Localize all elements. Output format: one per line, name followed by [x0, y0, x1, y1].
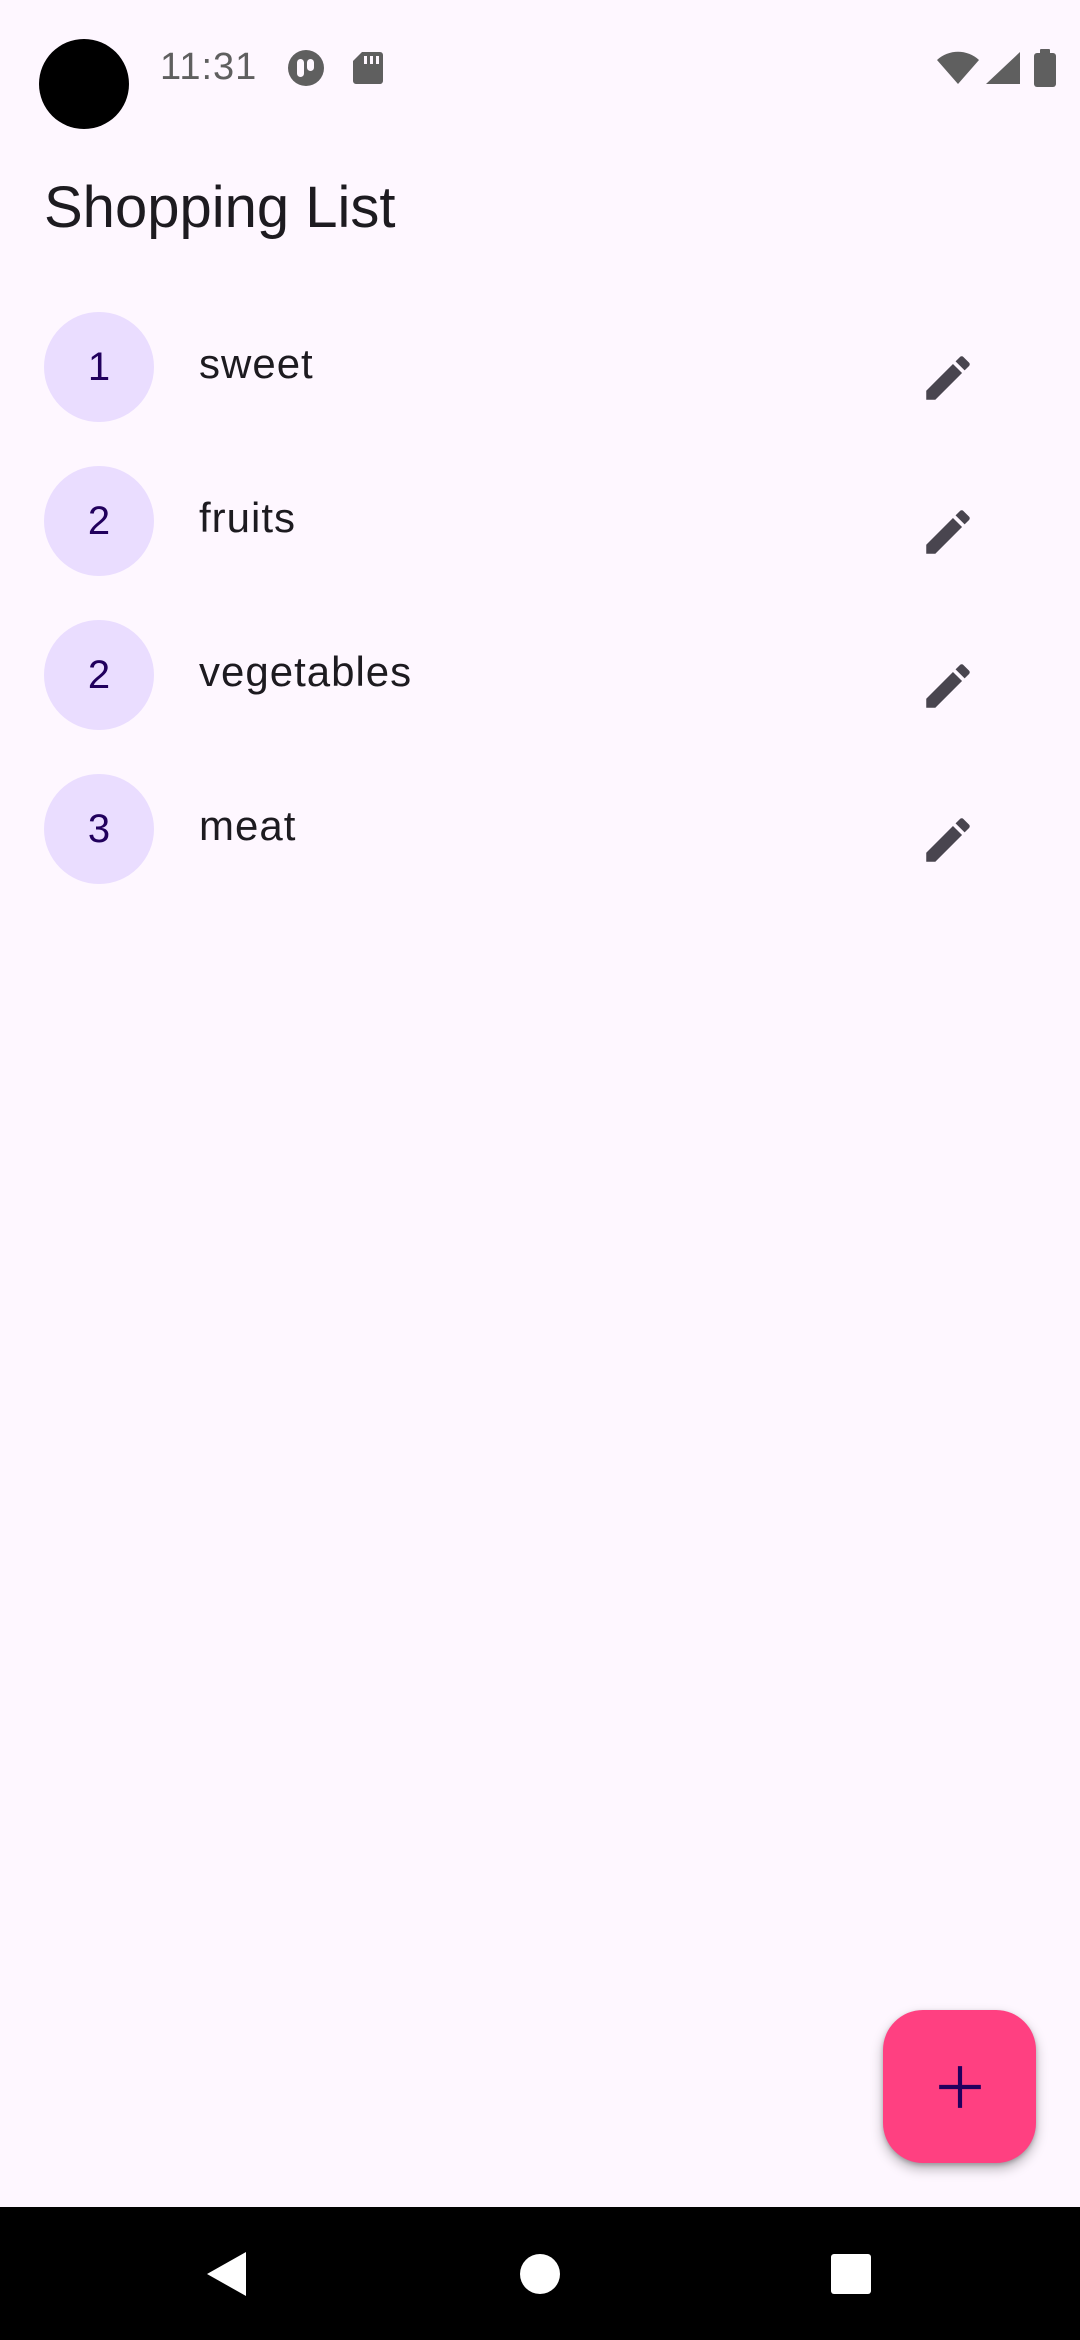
signal-icon [982, 48, 1022, 88]
item-name: sweet [199, 340, 314, 387]
plus-icon [938, 2065, 981, 2108]
page-title: Shopping List [44, 175, 396, 240]
edit-button[interactable] [900, 484, 996, 580]
shopping-list: 1 sweet 2 fruits 2 vegetables 3 meat [0, 290, 1080, 906]
quantity-avatar: 3 [44, 774, 154, 884]
quantity-avatar: 1 [44, 312, 154, 422]
system-navigation-bar [0, 2207, 1080, 2340]
edit-button[interactable] [900, 792, 996, 888]
pencil-icon [926, 818, 970, 862]
app-notification-icon [286, 48, 326, 88]
edit-button[interactable] [900, 330, 996, 426]
status-time: 11:31 [160, 46, 258, 88]
edit-button[interactable] [900, 638, 996, 734]
pencil-icon [926, 664, 970, 708]
item-name: meat [199, 802, 297, 849]
pencil-icon [926, 510, 970, 554]
quantity-avatar: 2 [44, 466, 154, 576]
home-button[interactable] [470, 2207, 610, 2340]
status-bar: 11:31 [0, 0, 1080, 136]
list-item[interactable]: 1 sweet [0, 290, 1080, 444]
quantity-avatar: 2 [44, 620, 154, 730]
back-triangle-icon [207, 2251, 246, 2296]
add-item-button[interactable] [883, 2010, 1036, 2163]
list-item[interactable]: 2 fruits [0, 444, 1080, 598]
battery-icon [1032, 48, 1058, 88]
camera-cutout [39, 39, 129, 129]
list-item[interactable]: 2 vegetables [0, 598, 1080, 752]
list-item[interactable]: 3 meat [0, 752, 1080, 906]
recents-button[interactable] [781, 2207, 921, 2340]
home-circle-icon [520, 2253, 560, 2294]
recents-square-icon [831, 2253, 871, 2294]
item-name: fruits [199, 494, 297, 541]
back-button[interactable] [156, 2207, 296, 2340]
wifi-icon [936, 48, 980, 88]
pencil-icon [926, 356, 970, 400]
sd-card-icon [348, 48, 388, 88]
item-name: vegetables [199, 648, 413, 695]
